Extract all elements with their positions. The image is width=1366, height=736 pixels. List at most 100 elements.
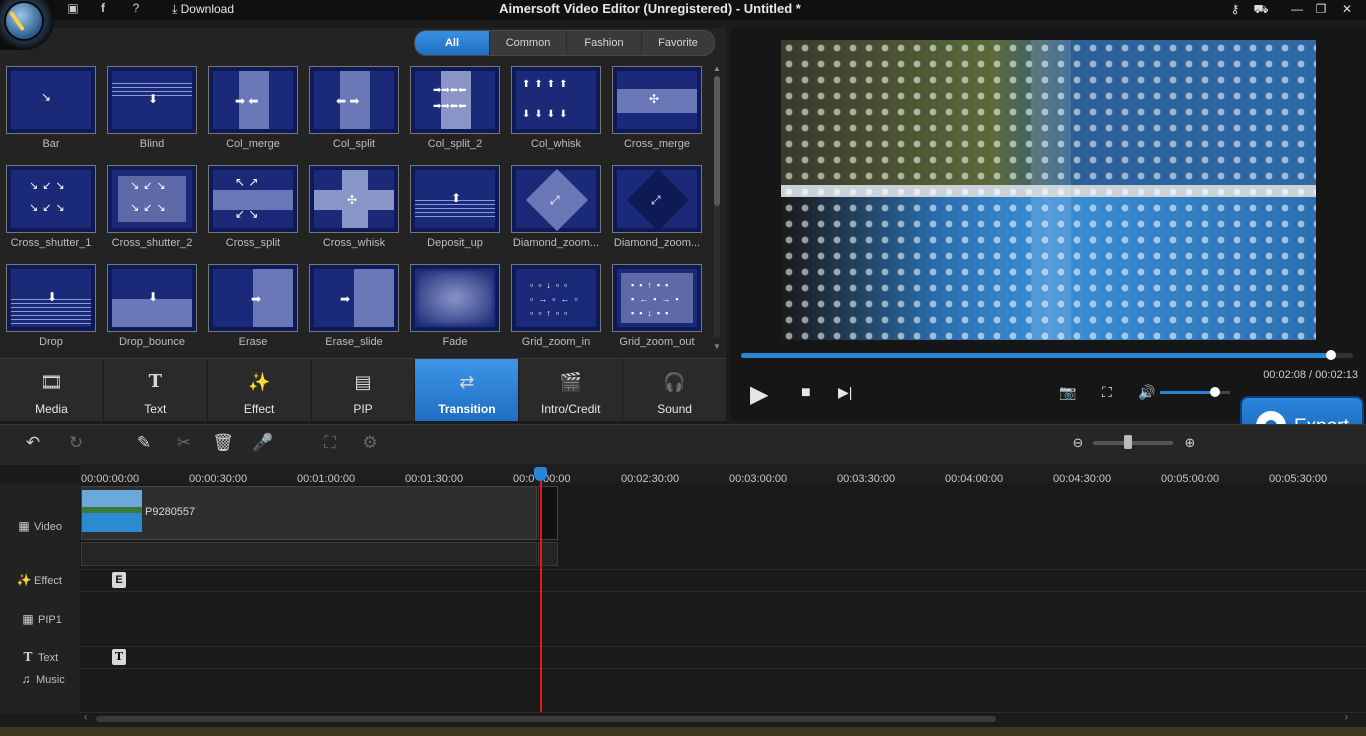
transition-thumbnail[interactable]: ✣ <box>612 66 702 134</box>
transition-label: Cross_shutter_2 <box>111 237 193 249</box>
transition-thumbnail[interactable] <box>410 264 500 332</box>
category-bar: 🎞 Media T Text ✨ Effect ▤ PIP ⇄ Transition 🎬 I… <box>0 358 726 421</box>
transition-label: Drop <box>39 336 63 348</box>
zoom-handle[interactable] <box>1124 435 1132 449</box>
tab-common[interactable]: Common <box>490 31 567 55</box>
transition-thumbnail[interactable]: ▪▪↑▪▪ ▪←▪→▪ ▪▪↓▪▪ <box>612 264 702 332</box>
transition-thumbnail[interactable]: ⤢ <box>612 165 702 233</box>
magic-wand-icon: ✨ <box>16 573 32 587</box>
tab-all[interactable]: All <box>415 31 490 55</box>
filter-tabs: All Common Fashion Favorite <box>414 30 715 56</box>
transition-label: Col_split <box>332 138 376 150</box>
pip-track[interactable] <box>80 591 1366 647</box>
text-track[interactable] <box>80 646 1366 669</box>
tab-fashion[interactable]: Fashion <box>567 31 642 55</box>
transition-label: Cross_split <box>225 237 281 249</box>
stop-button[interactable]: ■ <box>801 384 811 402</box>
minimize-button[interactable]: — <box>1286 0 1308 18</box>
transition-label: Diamond_zoom... <box>512 237 600 249</box>
transition-label: Fade <box>442 336 468 348</box>
transition-thumbnail[interactable]: ⬅ ➡ <box>309 66 399 134</box>
transition-thumbnail[interactable]: ✣ <box>309 165 399 233</box>
transition-label: Drop_bounce <box>118 336 186 348</box>
category-transition[interactable]: ⇄ Transition <box>415 359 520 421</box>
clip-thumbnail <box>82 490 142 532</box>
category-text[interactable]: T Text <box>104 359 208 421</box>
magic-wand-icon: ✨ <box>247 372 271 392</box>
text-icon: T <box>148 371 162 392</box>
key-icon[interactable]: ⚷ <box>1224 0 1246 18</box>
edit-icon[interactable]: ✎ <box>132 432 156 454</box>
transition-label: Cross_shutter_1 <box>10 237 92 249</box>
clip-name: P9280557 <box>145 506 196 518</box>
timeline-ruler[interactable]: 00:00:00:00 00:00:30:00 00:01:00:00 00:0… <box>80 464 1366 485</box>
zoom-slider[interactable] <box>1093 441 1173 445</box>
effect-marker[interactable]: E <box>112 572 126 588</box>
play-button[interactable]: ▶ <box>750 380 768 409</box>
text-marker[interactable]: T <box>112 649 126 665</box>
transition-label: Erase <box>238 336 268 348</box>
microphone-icon[interactable]: 🎤 <box>251 432 275 454</box>
category-sound[interactable]: 🎧 Sound <box>623 359 726 421</box>
transition-icon: ⇄ <box>459 372 475 392</box>
pip-icon: ▦ <box>22 612 34 626</box>
film-icon: ▦ <box>18 519 30 533</box>
preview-video[interactable] <box>781 40 1316 340</box>
playhead-handle[interactable] <box>534 467 547 481</box>
zoom-out-icon[interactable]: ⊖ <box>1066 432 1090 454</box>
zoom-in-icon[interactable]: ⊕ <box>1178 432 1202 454</box>
maximize-button[interactable]: ❐ <box>1310 0 1332 18</box>
volume-handle[interactable] <box>1210 387 1220 397</box>
snapshot-icon[interactable]: 📷 <box>1059 384 1076 401</box>
transition-label: Bar <box>42 138 60 150</box>
transition-thumbnail[interactable]: ↘ <box>6 66 96 134</box>
next-frame-button[interactable]: ▶| <box>838 384 852 401</box>
transition-thumbnail[interactable]: ➡ <box>309 264 399 332</box>
transition-thumbnail[interactable]: ➡ ⬅ <box>208 66 298 134</box>
library-scrollbar[interactable]: ▲ ▼ <box>712 64 722 354</box>
volume-icon[interactable]: 🔊 <box>1138 384 1155 401</box>
transition-thumbnail[interactable]: ↘↙↘ ↘↙↘ <box>107 165 197 233</box>
timeline-scrollbar[interactable]: ‹ › <box>84 712 1352 724</box>
music-track[interactable] <box>80 668 1366 713</box>
category-effect[interactable]: ✨ Effect <box>208 359 312 421</box>
crop-icon[interactable]: ⛶ <box>318 432 342 454</box>
track-label-music: ♫ Music <box>16 672 96 686</box>
transition-label: Col_whisk <box>530 138 582 150</box>
transition-thumbnail[interactable]: ⬇ <box>6 264 96 332</box>
transition-thumbnail[interactable]: ⬆ <box>410 165 500 233</box>
transition-label: Deposit_up <box>427 237 483 249</box>
category-media[interactable]: 🎞 Media <box>0 359 104 421</box>
effect-track[interactable] <box>80 569 1366 592</box>
clip-audio-strip[interactable] <box>81 542 537 566</box>
transition-label: Grid_zoom_in <box>521 336 591 348</box>
transition-thumbnail[interactable]: ⬆⬆⬆⬆ ⬇⬇⬇⬇ <box>511 66 601 134</box>
volume-level <box>1160 391 1215 394</box>
window-title: Aimersoft Video Editor (Unregistered) - … <box>499 1 801 16</box>
settings-icon[interactable]: ⚙ <box>358 432 382 454</box>
transition-thumbnail[interactable]: ↘↙↘ ↘↙↘ <box>6 165 96 233</box>
cut-icon[interactable]: ✂ <box>172 432 196 454</box>
transition-thumbnail[interactable]: ➡➡⬅⬅ ➡➡⬅⬅ <box>410 66 500 134</box>
transition-label: Blind <box>139 138 165 150</box>
cart-icon[interactable]: ⛟ <box>1250 0 1272 18</box>
tab-favorite[interactable]: Favorite <box>642 31 714 55</box>
transition-thumbnail[interactable]: ⬇ <box>107 264 197 332</box>
track-label-pip: ▦ PIP1 <box>18 612 98 626</box>
transition-thumbnail[interactable]: ➡ <box>208 264 298 332</box>
delete-icon[interactable]: 🗑 <box>211 432 235 454</box>
category-intro-credit[interactable]: 🎬 Intro/Credit <box>519 359 624 421</box>
film-icon: 🎞 <box>40 372 63 392</box>
redo-icon[interactable]: ↻ <box>64 432 88 454</box>
transition-thumbnail[interactable]: ▫▫↓▫▫ ▫→▫←▫ ▫▫↑▫▫ <box>511 264 601 332</box>
transition-label: Col_split_2 <box>427 138 483 150</box>
seek-handle[interactable] <box>1326 350 1336 360</box>
close-button[interactable]: ✕ <box>1336 0 1358 18</box>
fullscreen-icon[interactable]: ⛶ <box>1102 384 1112 401</box>
undo-icon[interactable]: ↶ <box>21 432 45 454</box>
transition-thumbnail[interactable]: ⤢ <box>511 165 601 233</box>
transition-thumbnail[interactable]: ⬇ <box>107 66 197 134</box>
playhead-line <box>540 470 542 712</box>
category-pip[interactable]: ▤ PIP <box>312 359 416 421</box>
transition-thumbnail[interactable]: ↖ ↗ ↙ ↘ <box>208 165 298 233</box>
